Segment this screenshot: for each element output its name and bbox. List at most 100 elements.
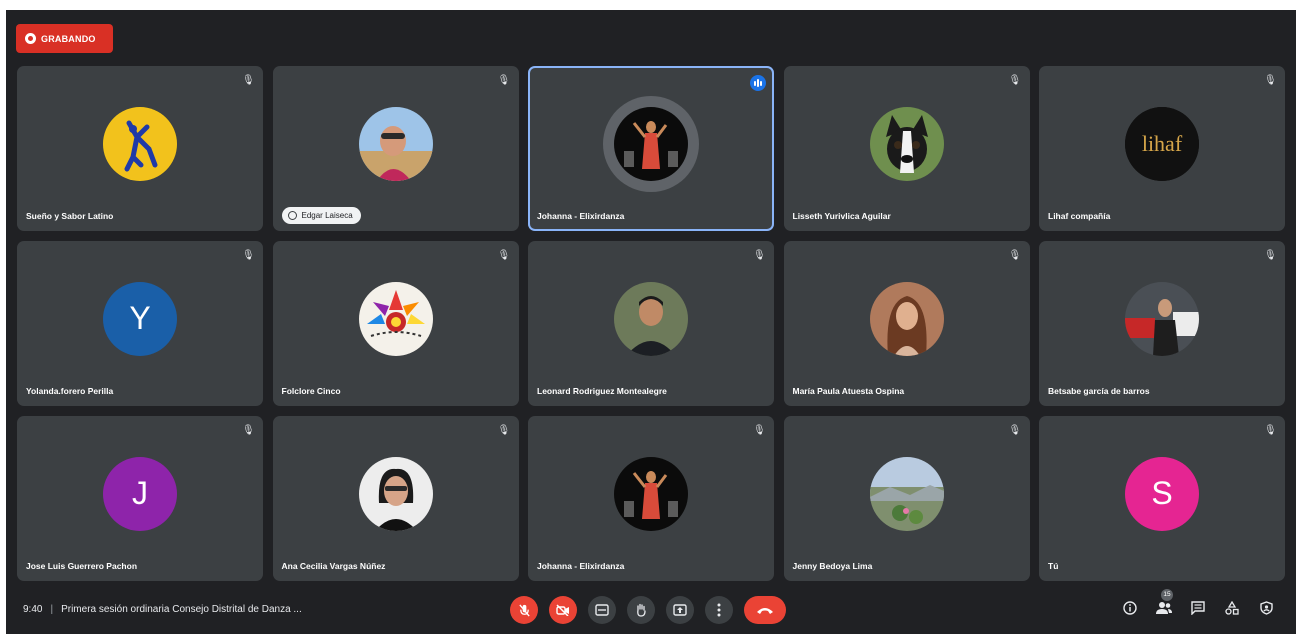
meeting-time: 9:40 xyxy=(23,604,43,615)
raise-hand-icon xyxy=(637,603,646,617)
participant-name: Betsabe garcía de barros xyxy=(1048,386,1150,396)
participant-name: Sueño y Sabor Latino xyxy=(26,211,114,221)
separator: | xyxy=(50,604,54,615)
host-controls-icon xyxy=(1259,601,1273,615)
svg-text:lihaf: lihaf xyxy=(1142,131,1183,156)
participant-tile[interactable]: 🎙︎ Lisseth Yurivlica Aguilar xyxy=(783,66,1030,231)
more-options-icon xyxy=(717,603,721,617)
participant-tile[interactable]: 🎙︎ lihaf Lihaf compañía xyxy=(1039,66,1285,231)
speaking-indicator-icon xyxy=(750,75,766,91)
mic-off-icon: 🎙︎ xyxy=(1008,250,1022,261)
participant-name: Leonard Rodriguez Montealegre xyxy=(537,386,667,396)
mic-off-icon: 🎙︎ xyxy=(753,425,766,436)
meeting-info: 9:40 | Primera sesión ordinaria Consejo Di… xyxy=(23,604,302,615)
captions-button[interactable] xyxy=(588,596,616,624)
people-button[interactable]: 15 xyxy=(1156,589,1173,616)
participant-name: Johanna - Elixirdanza xyxy=(537,561,625,571)
participant-tile[interactable]: 🎙︎ Jenny Bedoya Lima xyxy=(783,416,1030,581)
present-icon xyxy=(673,604,687,616)
mic-toggle-button[interactable] xyxy=(510,596,538,624)
record-icon xyxy=(25,33,36,44)
avatar-logo-folclore xyxy=(358,281,433,356)
side-panel-controls: 15 xyxy=(1122,589,1274,616)
leave-call-button[interactable] xyxy=(744,596,786,624)
avatar-photo-edgar xyxy=(358,106,433,181)
meeting-details-button[interactable] xyxy=(1122,600,1138,616)
end-call-icon xyxy=(757,607,773,614)
participant-tile[interactable]: 🎙︎ Y Yolanda.forero Perilla xyxy=(17,241,263,406)
avatar-logo-sueno-y-sabor xyxy=(103,106,177,181)
participant-tile-active-speaker[interactable]: Johanna - Elixirdanza xyxy=(528,66,774,231)
participant-tile[interactable]: 🎙︎ María Paula Atuesta Ospina xyxy=(783,241,1030,406)
avatar-photo-dancer xyxy=(614,456,688,531)
mic-off-icon: 🎙︎ xyxy=(1264,425,1277,436)
participant-name: María Paula Atuesta Ospina xyxy=(792,386,905,396)
avatar-photo-betsabe xyxy=(1125,281,1199,356)
avatar-letter: J xyxy=(103,456,177,531)
participant-name: Yolanda.forero Perilla xyxy=(26,386,114,396)
avatar-photo-ana xyxy=(358,456,433,531)
mic-off-icon: 🎙︎ xyxy=(1008,425,1022,436)
avatar-letter: S xyxy=(1125,456,1199,531)
camera-toggle-button[interactable] xyxy=(549,596,577,624)
participant-name: Lisseth Yurivlica Aguilar xyxy=(792,211,891,221)
bottom-bar: 9:40 | Primera sesión ordinaria Consejo Di… xyxy=(6,584,1296,634)
chat-button[interactable] xyxy=(1190,600,1206,616)
mic-off-icon: 🎙︎ xyxy=(497,75,511,86)
participant-name-pill: Edgar Laiseca xyxy=(281,207,361,224)
participant-tile[interactable]: 🎙︎ Edgar Laiseca xyxy=(272,66,519,231)
participant-name: Lihaf compañía xyxy=(1048,211,1111,221)
activities-button[interactable] xyxy=(1224,600,1240,616)
meet-window: GRABANDO 🎙︎ Sueño y Sabor Latino 🎙︎ Edga… xyxy=(6,10,1296,634)
raise-hand-button[interactable] xyxy=(627,596,655,624)
chat-icon xyxy=(1191,601,1205,615)
mic-off-icon xyxy=(518,603,530,617)
participant-tile-self[interactable]: 🎙︎ S Tú xyxy=(1039,416,1285,581)
participant-name: Ana Cecilia Vargas Núñez xyxy=(281,561,386,571)
mic-off-icon: 🎙︎ xyxy=(1264,250,1277,261)
mic-off-icon: 🎙︎ xyxy=(1264,75,1277,86)
activities-icon xyxy=(1225,601,1239,615)
avatar-letter: Y xyxy=(103,281,177,356)
participants-count: 15 xyxy=(1161,589,1173,601)
mic-off-icon: 🎙︎ xyxy=(497,250,511,261)
mic-off-icon: 🎙︎ xyxy=(242,425,255,436)
avatar-photo-dancer xyxy=(614,106,688,181)
participant-tile[interactable]: 🎙︎ Folclore Cinco xyxy=(272,241,519,406)
participant-name: Tú xyxy=(1048,561,1059,571)
participant-name: Jenny Bedoya Lima xyxy=(792,561,873,571)
participant-tile[interactable]: 🎙︎ Leonard Rodriguez Montealegre xyxy=(528,241,774,406)
presenting-icon xyxy=(287,211,297,220)
mic-off-icon: 🎙︎ xyxy=(242,250,255,261)
participant-tile[interactable]: 🎙︎ Sueño y Sabor Latino xyxy=(17,66,263,231)
people-icon xyxy=(1156,602,1172,614)
camera-off-icon xyxy=(556,604,569,616)
info-icon xyxy=(1123,601,1137,615)
participant-grid: 🎙︎ Sueño y Sabor Latino 🎙︎ Edgar Laiseca… xyxy=(17,66,1285,581)
avatar-logo-lihaf: lihaf xyxy=(1125,106,1199,181)
present-now-button[interactable] xyxy=(666,596,694,624)
avatar-photo-dog xyxy=(869,106,944,181)
participant-name: Jose Luis Guerrero Pachon xyxy=(26,561,138,571)
captions-icon xyxy=(595,604,609,616)
call-controls xyxy=(510,596,786,624)
participant-tile[interactable]: 🎙︎ Betsabe garcía de barros xyxy=(1039,241,1285,406)
recording-label: GRABANDO xyxy=(41,33,96,44)
avatar-photo-man xyxy=(614,281,688,356)
meeting-title: Primera sesión ordinaria Consejo Distrit… xyxy=(61,604,302,615)
mic-off-icon: 🎙︎ xyxy=(242,75,255,86)
participant-tile[interactable]: 🎙︎ Ana Cecilia Vargas Núñez xyxy=(272,416,519,581)
avatar-photo-landscape xyxy=(869,456,944,531)
mic-off-icon: 🎙︎ xyxy=(497,425,511,436)
mic-off-icon: 🎙︎ xyxy=(753,250,766,261)
mic-off-icon: 🎙︎ xyxy=(1008,75,1022,86)
avatar-photo-woman xyxy=(869,281,944,356)
participant-name: Johanna - Elixirdanza xyxy=(537,211,625,221)
participant-tile[interactable]: 🎙︎ J Jose Luis Guerrero Pachon xyxy=(17,416,263,581)
participant-name: Folclore Cinco xyxy=(281,386,341,396)
participant-tile[interactable]: 🎙︎ Johanna - Elixirdanza xyxy=(528,416,774,581)
recording-badge[interactable]: GRABANDO xyxy=(16,24,113,53)
more-options-button[interactable] xyxy=(705,596,733,624)
host-controls-button[interactable] xyxy=(1258,600,1274,616)
participant-name: Edgar Laiseca xyxy=(301,211,353,220)
